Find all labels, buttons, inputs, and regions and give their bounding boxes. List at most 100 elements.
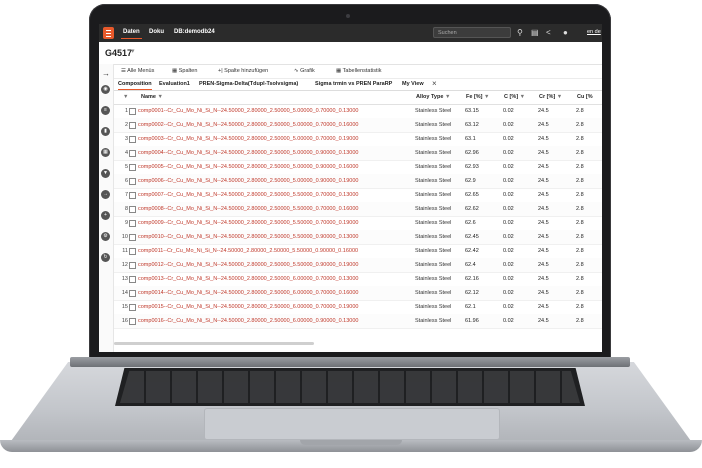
row-name-link[interactable]: comp0016--Cr_Cu_Mo_Ni_Si_N--24.50000_2.8…	[138, 318, 412, 324]
table-row[interactable]: 15 comp0015--Cr_Cu_Mo_Ni_Si_N--24.50000_2…	[114, 300, 602, 315]
header-filter-icon[interactable]: ▼	[123, 94, 128, 100]
columns-button[interactable]: ▦ Spalten	[172, 68, 197, 74]
top-tab-db[interactable]: DB:demodb24	[174, 29, 215, 35]
table-row[interactable]: 12 comp0012--Cr_Cu_Mo_Ni_Si_N--24.50000_2…	[114, 258, 602, 273]
row-checkbox[interactable]	[129, 108, 136, 115]
header-alloy-type[interactable]: Alloy Type ▼	[416, 94, 450, 100]
user-icon[interactable]: ●	[563, 27, 568, 39]
filter-icon[interactable]: ▼	[520, 94, 525, 100]
chart-icon[interactable]: ▮	[101, 127, 110, 136]
row-checkbox[interactable]	[129, 234, 136, 241]
table-row[interactable]: 13 comp0013--Cr_Cu_Mo_Ni_Si_N--24.50000_2…	[114, 272, 602, 287]
table-row[interactable]: 1 comp0001--Cr_Cu_Mo_Ni_Si_N--24.50000_2.…	[114, 104, 602, 119]
database-icon[interactable]: ▤	[531, 27, 539, 39]
table-row[interactable]: 6 comp0006--Cr_Cu_Mo_Ni_Si_N--24.50000_2.…	[114, 174, 602, 189]
row-name-link[interactable]: comp0011--Cr_Cu_Mo_Ni_Si_N--24.50000_2.8…	[138, 248, 412, 254]
row-name-link[interactable]: comp0012--Cr_Cu_Mo_Ni_Si_N--24.50000_2.8…	[138, 262, 412, 268]
table-row[interactable]: 4 comp0004--Cr_Cu_Mo_Ni_Si_N--24.50000_2.…	[114, 146, 602, 161]
table-row[interactable]: 5 comp0005--Cr_Cu_Mo_Ni_Si_N--24.50000_2.…	[114, 160, 602, 175]
row-checkbox[interactable]	[129, 262, 136, 269]
header-cu[interactable]: Cu [%	[577, 94, 593, 100]
add-icon[interactable]: +	[101, 211, 110, 220]
filter-icon[interactable]: ▼	[484, 94, 489, 100]
close-icon[interactable]: ×	[432, 79, 437, 88]
refresh-icon[interactable]: ↻	[101, 253, 110, 262]
row-name-link[interactable]: comp0008--Cr_Cu_Mo_Ni_Si_N--24.50000_2.8…	[138, 206, 412, 212]
table-icon[interactable]: ▦	[101, 148, 110, 157]
export-icon[interactable]: →	[101, 190, 110, 199]
row-name-link[interactable]: comp0014--Cr_Cu_Mo_Ni_Si_N--24.50000_2.8…	[138, 290, 412, 296]
table-row[interactable]: 16 comp0016--Cr_Cu_Mo_Ni_Si_N--24.50000_2…	[114, 314, 602, 329]
row-name-link[interactable]: comp0009--Cr_Cu_Mo_Ni_Si_N--24.50000_2.8…	[138, 220, 412, 226]
row-cu-value: 2.8	[576, 108, 584, 114]
row-checkbox[interactable]	[129, 122, 136, 129]
row-name-link[interactable]: comp0010--Cr_Cu_Mo_Ni_Si_N--24.50000_2.8…	[138, 234, 412, 240]
tab-composition[interactable]: Composition	[118, 81, 152, 90]
tab-sigma-trmin[interactable]: Sigma trmin vs PREN ParaRP	[315, 81, 392, 87]
table-row[interactable]: 14 comp0014--Cr_Cu_Mo_Ni_Si_N--24.50000_2…	[114, 286, 602, 301]
filter-icon[interactable]: ▼	[101, 169, 110, 178]
horizontal-scrollbar[interactable]	[114, 342, 314, 345]
chevron-down-icon[interactable]: ▾	[131, 47, 135, 55]
view-icon[interactable]: ◉	[101, 85, 110, 94]
row-name-link[interactable]: comp0013--Cr_Cu_Mo_Ni_Si_N--24.50000_2.8…	[138, 276, 412, 282]
row-checkbox[interactable]	[129, 304, 136, 311]
row-fe-value: 62.65	[465, 192, 479, 198]
row-name-link[interactable]: comp0006--Cr_Cu_Mo_Ni_Si_N--24.50000_2.8…	[138, 178, 412, 184]
row-checkbox[interactable]	[129, 290, 136, 297]
filter-icon[interactable]: ▼	[445, 94, 450, 100]
header-c[interactable]: C [%] ▼	[504, 94, 525, 100]
arrow-right-icon[interactable]: →	[102, 69, 110, 78]
settings-icon[interactable]: ⚙	[101, 232, 110, 241]
header-cr[interactable]: Cr [%] ▼	[539, 94, 562, 100]
search-input[interactable]: Suchen	[433, 27, 511, 38]
row-fe-value: 62.45	[465, 234, 479, 240]
table-row[interactable]: 9 comp0009--Cr_Cu_Mo_Ni_Si_N--24.50000_2.…	[114, 216, 602, 231]
row-checkbox[interactable]	[129, 136, 136, 143]
list-icon[interactable]: ≡	[101, 106, 110, 115]
share-icon[interactable]: <	[546, 27, 551, 39]
table-row[interactable]: 8 comp0008--Cr_Cu_Mo_Ni_Si_N--24.50000_2.…	[114, 202, 602, 217]
language-switch[interactable]: en de	[587, 29, 601, 35]
row-checkbox[interactable]	[129, 164, 136, 171]
table-row[interactable]: 10 comp0010--Cr_Cu_Mo_Ni_Si_N--24.50000_2…	[114, 230, 602, 245]
all-menus-button[interactable]: ☰ Alle Menüs	[121, 68, 154, 74]
tab-my-view[interactable]: My View	[402, 81, 424, 87]
tab-evaluation1[interactable]: Evaluation1	[159, 81, 190, 87]
row-checkbox[interactable]	[129, 276, 136, 283]
row-c-value: 0.02	[503, 122, 514, 128]
row-name-link[interactable]: comp0015--Cr_Cu_Mo_Ni_Si_N--24.50000_2.8…	[138, 304, 412, 310]
table-row[interactable]: 7 comp0007--Cr_Cu_Mo_Ni_Si_N--24.50000_2.…	[114, 188, 602, 203]
laptop-notch	[300, 440, 402, 445]
table-stats-button[interactable]: ▦ Tabellenstatistik	[336, 68, 381, 74]
chart-button[interactable]: ∿ Grafik	[294, 68, 315, 74]
filter-icon[interactable]: ▼	[158, 94, 163, 100]
row-name-link[interactable]: comp0007--Cr_Cu_Mo_Ni_Si_N--24.50000_2.8…	[138, 192, 412, 198]
table-row[interactable]: 11 comp0011--Cr_Cu_Mo_Ni_Si_N--24.50000_2…	[114, 244, 602, 259]
header-name[interactable]: Name ▼	[141, 94, 163, 100]
row-name-link[interactable]: comp0002--Cr_Cu_Mo_Ni_Si_N--24.50000_2.8…	[138, 122, 412, 128]
row-checkbox[interactable]	[129, 192, 136, 199]
row-checkbox[interactable]	[129, 206, 136, 213]
row-cr-value: 24.5	[538, 318, 549, 324]
row-checkbox[interactable]	[129, 220, 136, 227]
search-icon[interactable]: ⚲	[517, 27, 523, 39]
header-fe[interactable]: Fe [%] ▼	[466, 94, 489, 100]
row-checkbox[interactable]	[129, 318, 136, 325]
trackpad	[204, 408, 500, 440]
filter-icon[interactable]: ▼	[557, 94, 562, 100]
top-tab-daten[interactable]: Daten	[121, 29, 142, 39]
table-row[interactable]: 3 comp0003--Cr_Cu_Mo_Ni_Si_N--24.50000_2.…	[114, 132, 602, 147]
row-name-link[interactable]: comp0004--Cr_Cu_Mo_Ni_Si_N--24.50000_2.8…	[138, 150, 412, 156]
add-column-button[interactable]: +| Spalte hinzufügen	[218, 68, 268, 74]
row-name-link[interactable]: comp0001--Cr_Cu_Mo_Ni_Si_N--24.50000_2.8…	[138, 108, 412, 114]
top-tab-doku[interactable]: Doku	[149, 29, 164, 35]
row-checkbox[interactable]	[129, 150, 136, 157]
row-checkbox[interactable]	[129, 248, 136, 255]
row-name-link[interactable]: comp0003--Cr_Cu_Mo_Ni_Si_N--24.50000_2.8…	[138, 136, 412, 142]
row-fe-value: 62.6	[465, 220, 476, 226]
tab-pren-sigma-delta[interactable]: PREN-Sigma-Delta(Tdupl-Tsolvsigma)	[199, 81, 298, 87]
table-row[interactable]: 2 comp0002--Cr_Cu_Mo_Ni_Si_N--24.50000_2.…	[114, 118, 602, 133]
row-checkbox[interactable]	[129, 178, 136, 185]
row-name-link[interactable]: comp0005--Cr_Cu_Mo_Ni_Si_N--24.50000_2.8…	[138, 164, 412, 170]
